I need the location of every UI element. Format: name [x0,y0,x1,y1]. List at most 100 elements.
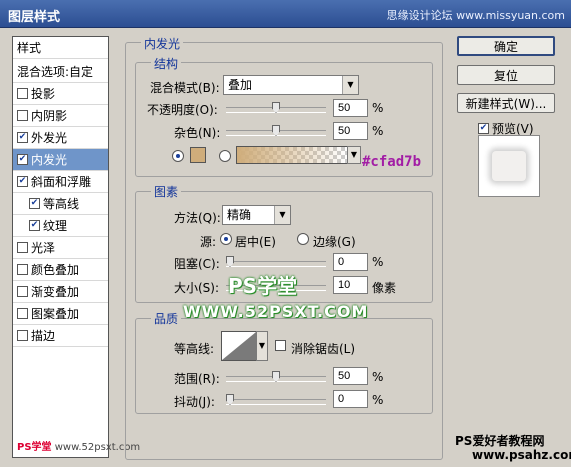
style-item-checkbox[interactable] [17,286,28,297]
source-edge-radio[interactable] [297,233,309,245]
size-label: 大小(S): [174,281,220,295]
contour-dropdown[interactable]: ▼ [256,331,268,361]
gradient-dropdown[interactable]: ▼ [347,146,361,164]
style-item[interactable]: ✔ 外发光 [13,127,108,149]
blend-mode-select[interactable]: 叠加 ▼ [223,75,359,95]
style-item-checkbox[interactable]: ✔ [17,176,28,187]
style-item[interactable]: 投影 [13,83,108,105]
style-item[interactable]: 渐变叠加 [13,281,108,303]
style-item-checkbox[interactable] [17,110,28,121]
style-item-checkbox[interactable] [17,88,28,99]
color-hex-annotation: #cfad7b [362,154,422,170]
style-item-label: 描边 [31,329,56,343]
style-preview-thumbnail [478,135,540,197]
elements-title: 图素 [151,183,182,200]
opacity-input[interactable]: 50 [333,99,368,117]
source-center-radio[interactable] [220,233,232,245]
source-center-label: 居中(E) [235,235,276,249]
new-style-button[interactable]: 新建样式(W)... [457,93,555,113]
contour-preview[interactable] [221,331,257,361]
top-watermark: 思缘设计论坛 www.missyuan.com [386,9,565,22]
window-title: 图层样式 [8,10,61,25]
style-item-checkbox[interactable]: ✔ [29,220,40,231]
contour-label: 等高线: [174,342,215,356]
quality-title: 品质 [151,310,182,327]
style-item-label: 投影 [31,87,56,101]
jitter-slider[interactable] [226,394,326,405]
antialias-checkbox[interactable] [275,340,289,354]
style-item-label: 颜色叠加 [31,263,80,277]
style-item-checkbox[interactable] [17,264,28,275]
bottom-right-watermark-cn: PS爱好者教程网 [455,434,545,448]
blend-mode-value: 叠加 [228,78,253,92]
size-input[interactable]: 10 [333,276,368,294]
chevron-down-icon: ▼ [257,332,267,360]
style-preview-swatch [492,151,526,181]
size-unit: 像素 [372,281,397,295]
noise-slider[interactable] [226,125,326,136]
ps-school-watermark: PS学堂 [228,274,298,298]
antialias-label: 消除锯齿(L) [291,342,356,356]
method-select[interactable]: 精确 ▼ [222,205,291,225]
jitter-input[interactable]: 0 [333,390,368,408]
choke-slider[interactable] [226,256,326,267]
noise-percent: % [372,124,384,138]
antialias-checkbox-box[interactable] [275,340,286,351]
range-label: 范围(R): [174,372,220,386]
noise-label: 杂色(N): [174,126,221,140]
sidebar-watermark: PS学堂 www.52psxt.com [17,438,140,453]
style-item-checkbox[interactable]: ✔ [17,132,28,143]
solid-color-radio[interactable] [172,150,184,162]
style-item[interactable]: ✔ 斜面和浮雕 [13,171,108,193]
style-list: 样式 混合选项:自定 投影 内阴影 ✔ 外发光 ✔ 内发光 ✔ 斜面和浮雕 ✔ 等高线 ✔ 纹理 光泽颜… [12,36,140,458]
range-slider-thumb[interactable] [272,371,280,382]
choke-input[interactable]: 0 [333,253,368,271]
source-label: 源: [200,235,217,249]
jitter-slider-thumb[interactable] [226,394,234,405]
style-item-checkbox[interactable] [17,242,28,253]
range-slider[interactable] [226,371,326,382]
style-item[interactable]: 颜色叠加 [13,259,108,281]
noise-input[interactable]: 50 [333,122,368,140]
choke-label: 阻塞(C): [174,257,220,271]
style-item[interactable]: ✔ 纹理 [13,215,108,237]
style-item-checkbox[interactable] [17,330,28,341]
style-item[interactable]: 描边 [13,325,108,347]
gradient-preview[interactable] [236,146,348,164]
style-item-checkbox[interactable] [17,308,28,319]
style-item[interactable]: 图案叠加 [13,303,108,325]
opacity-slider[interactable] [226,102,326,113]
chevron-down-icon: ▼ [342,76,358,94]
range-percent: % [372,370,384,384]
style-item[interactable]: 内阴影 [13,105,108,127]
choke-slider-thumb[interactable] [226,256,234,267]
blend-options-item[interactable]: 混合选项:自定 [13,61,108,83]
style-item[interactable]: ✔ 内发光 [13,149,108,171]
reset-button[interactable]: 复位 [457,65,555,85]
chevron-down-icon: ▼ [274,206,290,224]
title-bar: 图层样式 思缘设计论坛 www.missyuan.com [0,0,571,28]
source-edge-label: 边缘(G) [313,235,356,249]
preview-checkbox-box[interactable]: ✔ [478,123,489,134]
noise-slider-thumb[interactable] [272,125,280,136]
method-value: 精确 [227,208,252,222]
range-input[interactable]: 50 [333,367,368,385]
chevron-down-icon: ▼ [348,147,360,163]
glow-color-swatch[interactable] [190,147,206,163]
ok-button[interactable]: 确定 [457,36,555,56]
style-item-label: 光泽 [31,241,56,255]
style-item-label: 斜面和浮雕 [31,175,92,189]
contour-curve-icon [222,332,256,360]
style-item-label: 内发光 [31,153,68,167]
style-item-label: 等高线 [43,197,80,211]
opacity-slider-thumb[interactable] [272,102,280,113]
jitter-label: 抖动(J): [174,395,215,409]
sidebar-watermark-ps: PS学堂 [17,442,52,453]
style-list-header[interactable]: 样式 [13,37,108,59]
style-item-checkbox[interactable]: ✔ [17,154,28,165]
style-item[interactable]: ✔ 等高线 [13,193,108,215]
style-item-label: 外发光 [31,131,68,145]
gradient-radio[interactable] [219,150,231,162]
style-item[interactable]: 光泽 [13,237,108,259]
style-item-checkbox[interactable]: ✔ [29,198,40,209]
